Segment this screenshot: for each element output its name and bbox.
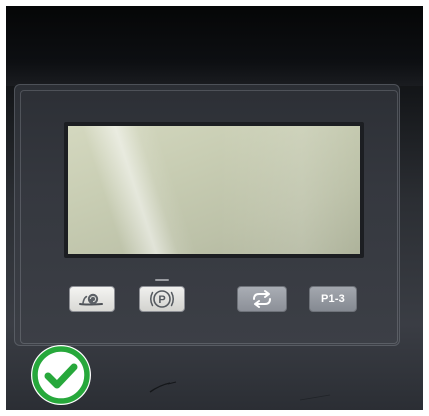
check-badge <box>31 345 91 405</box>
photo: P P1-3 <box>0 0 429 416</box>
check-circle-icon <box>32 346 90 404</box>
